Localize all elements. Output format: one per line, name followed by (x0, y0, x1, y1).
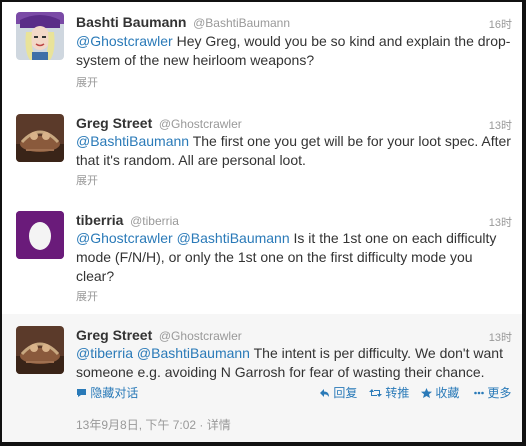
tweet-time[interactable]: 13时 (489, 117, 512, 133)
display-name[interactable]: Greg Street (76, 115, 152, 131)
hide-conversation-button[interactable]: 隐藏对话 (76, 384, 138, 401)
tweet-text: @tiberria @BashtiBaumann The intent is p… (76, 345, 503, 380)
tweet-text: @BashtiBaumann The first one you get wil… (76, 133, 511, 168)
tweet-header: Greg Street @Ghostcrawler (76, 327, 242, 343)
retweet-button[interactable]: 转推 (369, 384, 409, 401)
avatar-tiberria[interactable] (16, 211, 64, 259)
tweet-time[interactable]: 13时 (489, 329, 512, 345)
user-handle[interactable]: @tiberria (130, 214, 179, 228)
favorite-button[interactable]: 收藏 (421, 384, 459, 401)
tweet-text: @Ghostcrawler @BashtiBaumann Is it the 1… (76, 230, 497, 284)
user-handle[interactable]: @BashtiBaumann (193, 16, 290, 30)
star-icon (421, 386, 435, 400)
mention-link[interactable]: @tiberria (76, 345, 133, 361)
tweet-text: @Ghostcrawler Hey Greg, would you be so … (76, 33, 511, 68)
tweet-timestamp[interactable]: 13年9月8日, 下午 7:02 · 详情 (76, 416, 231, 433)
avatar-greg[interactable] (16, 114, 64, 162)
tweet-greg-2[interactable]: Greg Street @Ghostcrawler 13时 @tiberria … (2, 314, 522, 442)
tweet-time[interactable]: 16时 (489, 16, 512, 32)
expand-link[interactable]: 展开 (76, 74, 98, 90)
display-name[interactable]: tiberria (76, 212, 123, 228)
tweet-bashti[interactable]: Bashti Baumann @BashtiBaumann 16时 @Ghost… (2, 2, 522, 103)
avatar-bashti[interactable] (16, 12, 64, 60)
twitter-conversation: Bashti Baumann @BashtiBaumann 16时 @Ghost… (0, 0, 526, 446)
tweet-tiberria[interactable]: tiberria @tiberria 13时 @Ghostcrawler @Ba… (2, 199, 522, 315)
retweet-icon (369, 386, 385, 400)
more-button[interactable]: 更多 (474, 384, 511, 401)
tweet-time[interactable]: 13时 (489, 214, 512, 230)
tweet-header: Greg Street @Ghostcrawler (76, 115, 242, 131)
user-handle[interactable]: @Ghostcrawler (159, 117, 242, 131)
chat-bubble-icon (76, 386, 90, 400)
display-name[interactable]: Bashti Baumann (76, 14, 186, 30)
mention-link[interactable]: @Ghostcrawler (76, 230, 173, 246)
tweet-greg-1[interactable]: Greg Street @Ghostcrawler 13时 @BashtiBau… (2, 102, 522, 200)
reply-arrow-icon (319, 386, 333, 400)
user-handle[interactable]: @Ghostcrawler (159, 329, 242, 343)
avatar-greg[interactable] (16, 326, 64, 374)
mention-link[interactable]: @BashtiBaumann (76, 133, 189, 149)
mention-link[interactable]: @BashtiBaumann (177, 230, 290, 246)
tweet-header: tiberria @tiberria (76, 212, 179, 228)
more-dots-icon (474, 386, 487, 400)
expand-link[interactable]: 展开 (76, 288, 98, 304)
display-name[interactable]: Greg Street (76, 327, 152, 343)
mention-link[interactable]: @Ghostcrawler (76, 33, 173, 49)
tweet-header: Bashti Baumann @BashtiBaumann (76, 14, 290, 30)
expand-link[interactable]: 展开 (76, 172, 98, 188)
reply-button[interactable]: 回复 (319, 384, 357, 401)
mention-link[interactable]: @BashtiBaumann (137, 345, 250, 361)
